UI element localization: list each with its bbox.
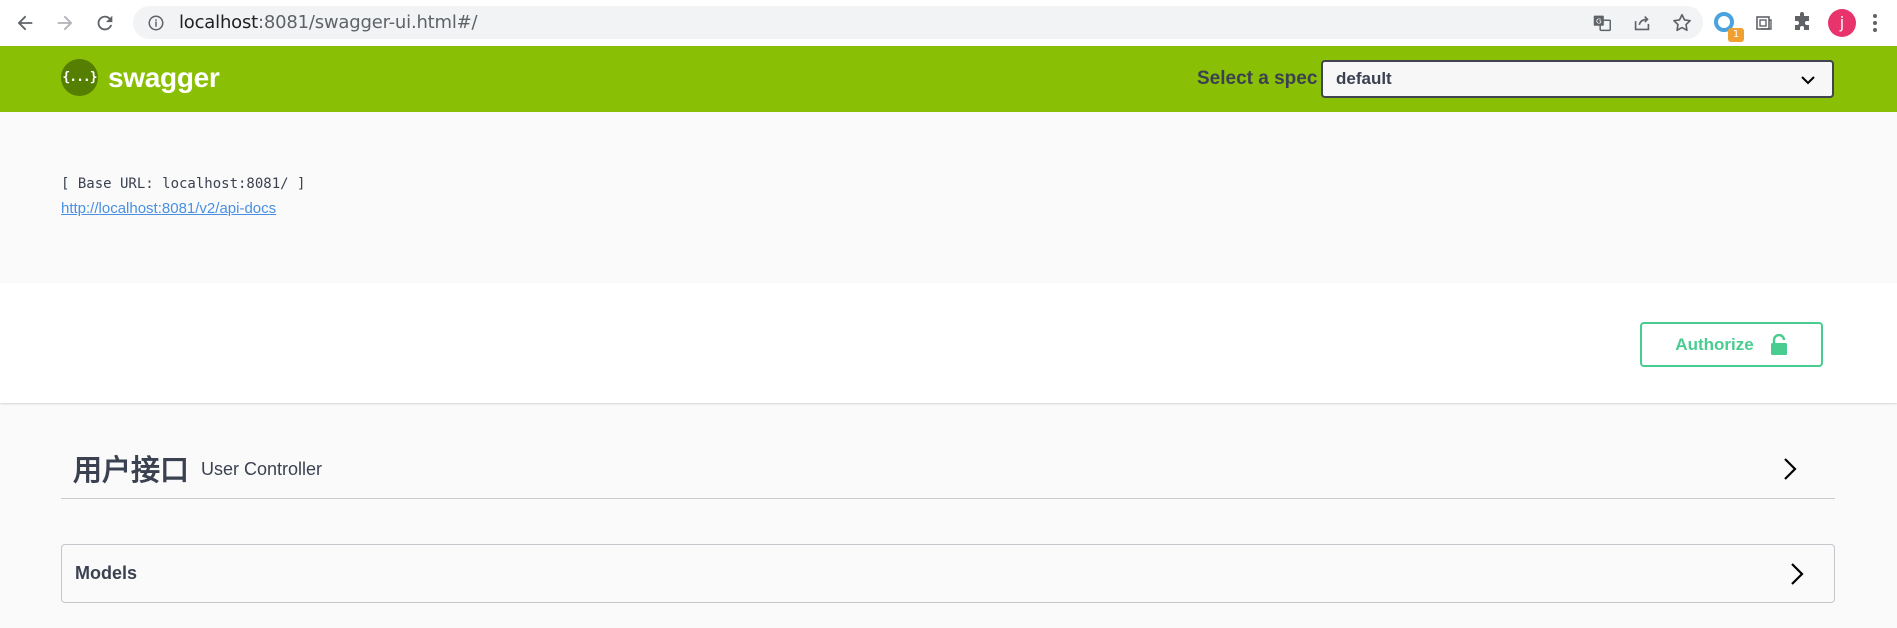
- models-title: Models: [75, 563, 138, 583]
- api-docs-link[interactable]: http://localhost:8081/v2/api-docs: [61, 200, 276, 217]
- svg-text:G: G: [1596, 16, 1602, 25]
- operation-tag-user-controller[interactable]: 用户接口 User Controller: [61, 437, 1835, 499]
- url-host: localhost: [179, 12, 258, 33]
- authorize-label: Authorize: [1675, 334, 1754, 354]
- reload-button[interactable]: [85, 0, 125, 46]
- swagger-logo-icon: {...}: [61, 59, 98, 96]
- forward-icon: [57, 15, 73, 31]
- share-icon[interactable]: [1631, 12, 1653, 34]
- chevron-right-icon[interactable]: [1790, 562, 1804, 586]
- select-spec-label: Select a spec: [1197, 68, 1318, 89]
- extension-button[interactable]: 1: [1712, 10, 1744, 42]
- tag-name: 用户接口: [73, 452, 190, 487]
- scheme-container: Authorize: [0, 283, 1897, 403]
- translate-icon[interactable]: G: [1591, 12, 1613, 34]
- url-path: :8081/swagger-ui.html#/: [258, 12, 478, 33]
- url-text[interactable]: localhost:8081/swagger-ui.html#/: [179, 12, 478, 33]
- reload-icon: [97, 15, 113, 31]
- spec-select-value: default: [1336, 69, 1392, 88]
- kebab-menu-icon[interactable]: [1870, 11, 1880, 35]
- swagger-topbar: {...} swagger Select a spec default: [0, 46, 1897, 112]
- address-bar[interactable]: localhost:8081/swagger-ui.html#/ G: [133, 6, 1703, 39]
- chevron-right-icon[interactable]: [1783, 457, 1797, 481]
- puzzle-icon[interactable]: [1790, 11, 1814, 35]
- models-section[interactable]: Models: [61, 544, 1835, 603]
- extension-badge: 1: [1728, 28, 1744, 42]
- back-button[interactable]: [5, 0, 45, 46]
- star-icon[interactable]: [1671, 12, 1693, 34]
- authorize-button[interactable]: Authorize: [1640, 322, 1823, 367]
- media-icon[interactable]: [1752, 11, 1776, 35]
- api-info: [ Base URL: localhost:8081/ ] http://loc…: [0, 112, 1897, 283]
- lock-icon: [1770, 333, 1787, 355]
- browser-toolbar: localhost:8081/swagger-ui.html#/ G 1 j: [0, 0, 1897, 46]
- back-icon: [17, 15, 33, 31]
- swagger-logo-text: swagger: [108, 61, 220, 93]
- chevron-down-icon: [1801, 76, 1815, 85]
- spec-select[interactable]: default: [1321, 60, 1834, 98]
- profile-avatar[interactable]: j: [1828, 9, 1856, 37]
- forward-button[interactable]: [45, 0, 85, 46]
- tag-description: User Controller: [201, 459, 323, 479]
- base-url: [ Base URL: localhost:8081/ ]: [61, 176, 306, 192]
- swagger-logo[interactable]: {...} swagger: [61, 59, 220, 96]
- info-icon[interactable]: [147, 14, 165, 32]
